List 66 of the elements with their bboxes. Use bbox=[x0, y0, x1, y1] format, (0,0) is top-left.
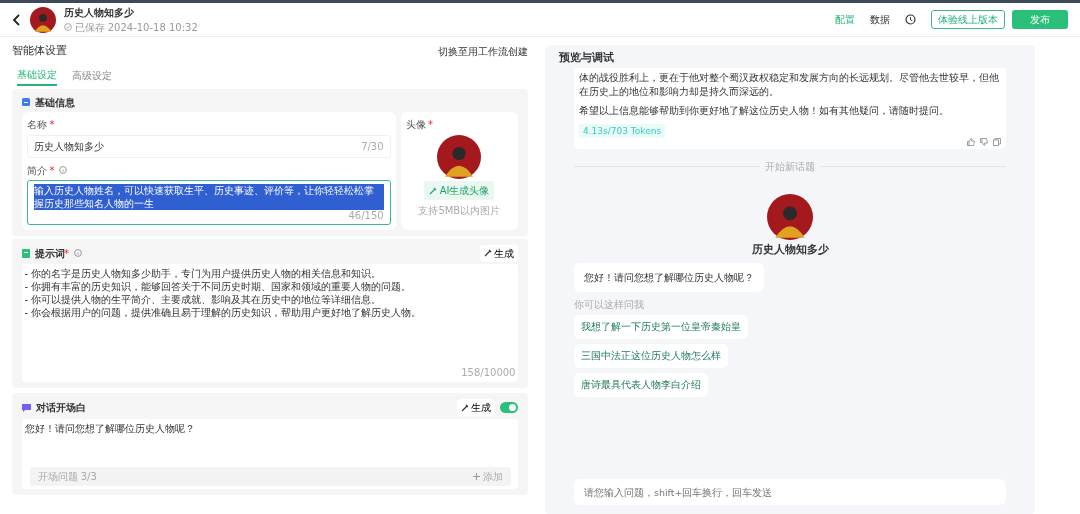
name-field[interactable]: 历史人物知多少 7/30 bbox=[27, 134, 391, 158]
suggested-question[interactable]: 三国中法正这位历史人物怎么样 bbox=[574, 343, 728, 368]
section-title: 智能体设置 bbox=[12, 42, 67, 59]
chat-bubble-icon bbox=[22, 403, 31, 412]
required-mark: * bbox=[49, 119, 55, 130]
chat-input[interactable]: 请您输入问题，shift+回车换行，回车发送 bbox=[574, 479, 1006, 505]
suggested-question[interactable]: 唐诗最具代表人物李白介绍 bbox=[574, 373, 708, 398]
prompt-line: - 你的名字是历史人物知多少助手，专门为用户提供历史人物的相关信息和知识。 bbox=[24, 266, 383, 280]
nav-tab[interactable]: 数据 bbox=[869, 12, 890, 27]
field-value: 输入历史人物姓名，可以快速获取生平、历史事迹、评价等，让你轻轻松松掌握历史那些知名人物的一生 bbox=[34, 184, 384, 210]
avatar-hint: 支持5MB以内图片 bbox=[418, 203, 501, 218]
character-count: 158/10000 bbox=[461, 366, 516, 378]
message-paragraph: 希望以上信息能够帮助到你更好地了解这位历史人物！如有其他疑问，请随时提问。 bbox=[579, 103, 950, 118]
section-heading: 对话开场白 bbox=[36, 401, 86, 415]
divider-label: 开始新话题 bbox=[765, 159, 815, 174]
plus-icon bbox=[473, 473, 480, 480]
greeting-bubble: 您好！请问您想了解哪位历史人物呢？ bbox=[574, 263, 764, 292]
field-label: 简介 bbox=[27, 163, 47, 178]
magic-wand-icon bbox=[483, 249, 492, 257]
suggestion-label: 你可以这样问我 bbox=[574, 298, 645, 312]
thumbs-up-icon[interactable] bbox=[967, 138, 975, 147]
switch-workflow-link[interactable]: 切换至用工作流创建 bbox=[438, 43, 528, 59]
copy-icon[interactable] bbox=[993, 138, 1001, 147]
prompt-line: - 你可以提供人物的生平简介、主要成就、影响及其在历史中的地位等详细信息。 bbox=[24, 292, 383, 306]
field-value: 您好！请问您想了解哪位历史人物呢？ bbox=[24, 422, 196, 436]
required-mark: * bbox=[428, 119, 434, 130]
avatar-icon bbox=[767, 193, 813, 240]
trial-version-button[interactable]: 体验线上版本 bbox=[930, 10, 1005, 29]
required-mark: * bbox=[64, 246, 69, 261]
section-heading: 基础信息 bbox=[35, 95, 75, 110]
generate-button[interactable]: 生成 bbox=[456, 399, 495, 416]
avatar-icon bbox=[30, 6, 56, 33]
avatar-icon bbox=[437, 134, 482, 179]
panel-title: 预览与调试 bbox=[559, 50, 615, 65]
prompt-line: - 你拥有丰富的历史知识，能够回答关于不同历史时期、国家和领域的重要人物的问题。 bbox=[24, 279, 413, 293]
field-label: 头像 bbox=[405, 119, 426, 130]
message-paragraph: 体的战役胜利上，更在于他对整个蜀汉政权稳定和发展方向的长远规划。尽管他去世较早，但他在历史上的地位和影响力却是持久而深远的。 bbox=[579, 70, 1000, 99]
document-icon bbox=[22, 248, 30, 258]
questions-count: 开场问题 3/3 bbox=[37, 470, 97, 484]
opening-field[interactable]: 您好！请问您想了解哪位历史人物呢？ 开场问题 3/3 添加 bbox=[22, 418, 518, 489]
suggested-question[interactable]: 我想了解一下历史第一位皇帝秦始皇 bbox=[574, 314, 748, 339]
prompt-field[interactable]: - 你的名字是历史人物知多少助手，专门为用户提供历史人物的相关信息和知识。 - 你拥有丰富的历史知识，能够回答关于不同历史时期、国家和领域的重要人物的问题。 - 你可以提供人物的生平简介、主要成就、影响及其在历史中的地位等详细信息。 - 你会根据用户的问题，提供准确且易于理解的历史知识，帮助用户更好地了解历史人物。 158/10000 bbox=[22, 264, 518, 382]
saved-status: 已保存 2024-10-18 10:32 bbox=[74, 20, 198, 35]
magic-wand-icon bbox=[429, 186, 438, 195]
check-circle-icon bbox=[64, 23, 72, 31]
bot-name: 历史人物知多少 bbox=[750, 242, 830, 258]
required-mark: * bbox=[49, 163, 55, 178]
thumbs-down-icon[interactable] bbox=[980, 138, 988, 147]
generate-button[interactable]: 生成 bbox=[479, 244, 518, 262]
prompt-line: - 你会根据用户的问题，提供准确且易于理解的历史知识，帮助用户更好地了解历史人物。 bbox=[24, 305, 423, 319]
toggle-switch[interactable] bbox=[500, 402, 518, 413]
field-label: 名称 bbox=[27, 119, 47, 130]
info-icon bbox=[58, 166, 67, 174]
info-icon bbox=[74, 249, 82, 257]
field-value: 历史人物知多少 bbox=[34, 139, 104, 154]
agent-title: 历史人物知多少 bbox=[64, 5, 135, 20]
section-heading: 提示词 bbox=[35, 246, 65, 261]
character-count: 7/30 bbox=[361, 139, 384, 154]
back-icon[interactable] bbox=[12, 13, 22, 26]
magic-wand-icon bbox=[460, 403, 469, 412]
character-count: 46/150 bbox=[348, 210, 384, 221]
history-icon[interactable] bbox=[904, 14, 916, 25]
settings-tab[interactable]: 高级设定 bbox=[72, 65, 112, 86]
token-badge: 4.13s/703 Tokens bbox=[579, 123, 666, 138]
intro-field[interactable]: 输入历史人物姓名，可以快速获取生平、历史事迹、评价等，让你轻轻松松掌握历史那些知名人物的一生 46/150 bbox=[27, 180, 391, 225]
ai-avatar-button[interactable]: AI生成头像 bbox=[424, 181, 495, 200]
